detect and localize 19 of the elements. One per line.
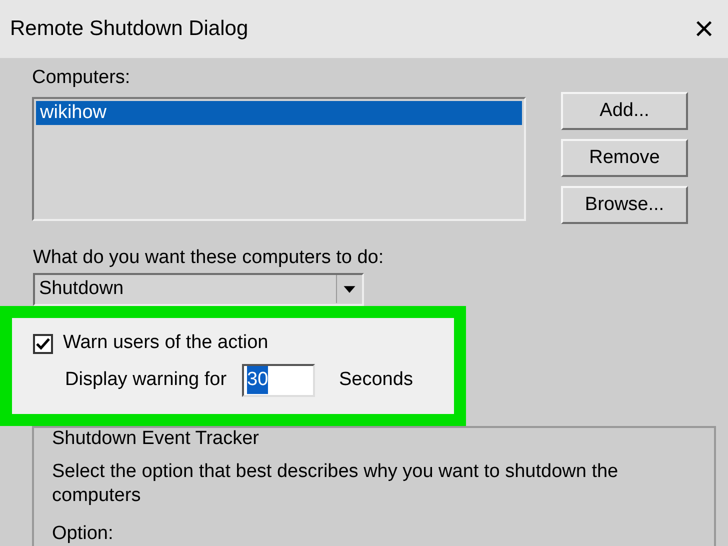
warn-label: Warn users of the action	[63, 331, 268, 356]
list-item[interactable]: wikihow	[36, 101, 522, 125]
window-title: Remote Shutdown Dialog	[10, 16, 248, 42]
warn-checkbox[interactable]	[33, 334, 53, 354]
tracker-title: Shutdown Event Tracker	[52, 428, 260, 450]
dialog-button[interactable]: Remove	[561, 139, 688, 177]
check-icon	[36, 338, 50, 350]
dialog-button[interactable]: Browse...	[561, 186, 688, 224]
seconds-label: Seconds	[339, 368, 413, 392]
seconds-field[interactable]: 30	[242, 364, 315, 396]
dialog-button[interactable]: Add...	[561, 92, 688, 130]
computers-list[interactable]: wikihow	[32, 97, 526, 221]
tracker-description: Select the option that best describes why you want to shutdown the computers	[52, 460, 620, 508]
action-dropdown[interactable]: Shutdown	[33, 273, 364, 306]
display-warning-label: Display warning for	[65, 368, 228, 392]
close-button[interactable]: ×	[694, 12, 714, 46]
action-label: What do you want these computers to do:	[33, 246, 385, 270]
option-label: Option:	[52, 522, 114, 546]
computers-label: Computers:	[32, 66, 132, 90]
